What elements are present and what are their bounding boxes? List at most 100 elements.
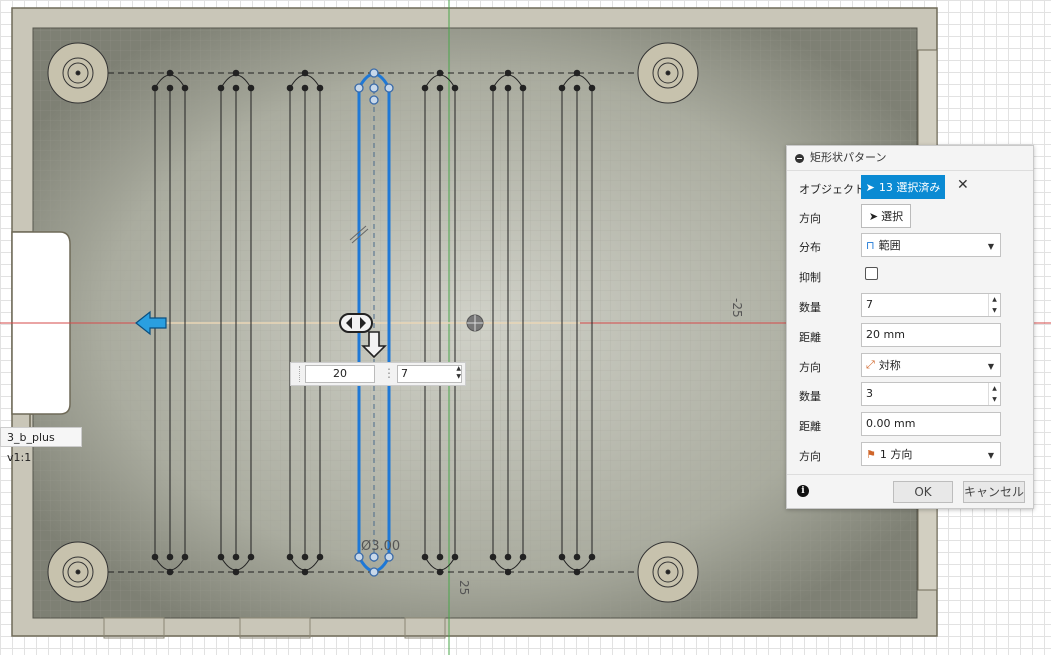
objects-selection-button[interactable]: ➤ 13 選択済み [861,175,945,199]
quantity1-value: 7 [866,298,873,311]
label-direction-type2: 方向 [799,450,821,463]
row-object: オブジェクト ➤ 13 選択済み ✕ [787,175,1033,201]
sketch-point [286,553,294,561]
sketch-point [573,69,581,77]
objects-selection-label: 13 選択済み [878,181,941,194]
sketch-point [451,553,459,561]
direction-select-button[interactable]: ➤ 選択 [861,204,911,228]
sketch-point [151,84,159,92]
sketch-point [573,84,581,92]
cursor-icon: ➤ [865,180,875,194]
count-spinner[interactable]: ▲ ▼ [456,365,461,381]
row-quantity1: 数量 7 ▲ ▼ [787,293,1033,319]
cancel-button[interactable]: キャンセル [963,481,1025,503]
one-direction-icon: ⚑ [866,447,876,461]
sketch-point [247,84,255,92]
sketch-point [519,84,527,92]
rectangular-pattern-dialog: 矩形状パターン オブジェクト ➤ 13 選択済み ✕ 方向 ➤ 選択 分布 ⊓ … [786,145,1034,509]
origin-marker [466,314,484,332]
distribution-value: 範囲 [878,239,901,252]
sketch-point [301,568,309,576]
suppress-checkbox[interactable] [865,267,878,280]
sketch-point [588,84,596,92]
sketch-point [232,84,240,92]
more-icon[interactable]: ⋮ [383,365,395,381]
label-quantity2: 数量 [799,390,821,403]
sketch-point [232,568,240,576]
sketch-point [151,553,159,561]
row-distribution: 分布 ⊓ 範囲 ▼ [787,233,1033,259]
dialog-title: 矩形状パターン [810,151,887,164]
extent-icon: ⊓ [866,238,875,252]
dimension-diameter: Ø3.00 [361,539,400,554]
ok-button[interactable]: OK [893,481,953,503]
sketch-point [436,568,444,576]
clear-selection-icon[interactable]: ✕ [957,177,969,193]
count-quick-input[interactable]: 7 [397,365,462,383]
distance-quick-input[interactable]: 20 [305,365,375,383]
sketch-point [301,553,309,561]
row-direction-select: 方向 ➤ 選択 [787,204,1033,230]
sketch-point [504,553,512,561]
row-distance1: 距離 20 mm [787,323,1033,349]
quantity1-input[interactable]: 7 ▲ ▼ [861,293,1001,317]
sketch-point [588,553,596,561]
sketch-point [451,84,459,92]
standoff-bottom-right [637,541,699,603]
label-object: オブジェクト [799,183,865,196]
sketch-point [504,69,512,77]
standoff-bottom-left [47,541,109,603]
dimension-side-neg: -25 [730,298,744,318]
sketch-point [573,568,581,576]
sketch-point [436,84,444,92]
info-icon[interactable]: i [797,485,809,497]
sketch-point [421,84,429,92]
label-distribution: 分布 [799,241,821,254]
sketch-point [166,568,174,576]
direction-type2-value: 1 方向 [879,448,913,461]
distribution-dropdown[interactable]: ⊓ 範囲 ▼ [861,233,1001,257]
symmetric-icon: ⤢ [866,358,875,371]
sketch-point [421,553,429,561]
sketch-point [166,69,174,77]
standoff-top-right [637,42,699,104]
sketch-point [301,69,309,77]
sketch-point [504,568,512,576]
drag-grip[interactable] [293,366,300,382]
quantity1-spinner[interactable]: ▲ ▼ [988,294,1000,316]
heads-up-input: 20 ⋮ 7 ▲ ▼ [290,362,466,386]
sketch-point [558,553,566,561]
sketch-point [286,84,294,92]
label-direction: 方向 [799,212,821,225]
quantity2-input[interactable]: 3 ▲ ▼ [861,382,1001,406]
quantity2-spinner[interactable]: ▲ ▼ [988,383,1000,405]
sketch-point [217,84,225,92]
sketch-point [181,553,189,561]
sketch-point [217,553,225,561]
sketch-point [247,553,255,561]
component-label[interactable]: 3_b_plus v1:1 [0,427,82,464]
row-distance2: 距離 0.00 mm [787,412,1033,438]
row-suppress: 抑制 [787,263,1033,289]
distance1-input[interactable]: 20 mm [861,323,1001,347]
distance2-input[interactable]: 0.00 mm [861,412,1001,436]
direction-select-label: 選択 [881,210,904,223]
label-distance2: 距離 [799,420,821,433]
sketch-point [301,84,309,92]
chevron-down-icon: ▼ [987,451,994,460]
direction-type2-dropdown[interactable]: ⚑ 1 方向 ▼ [861,442,1001,466]
sketch-point [232,69,240,77]
sketch-point [519,553,527,561]
direction-type-value: 対称 [878,359,901,372]
collapse-icon[interactable] [795,153,804,163]
sketch-point [316,84,324,92]
sketch-point [504,84,512,92]
sketch-point [436,69,444,77]
sketch-point [489,553,497,561]
cursor-icon: ➤ [868,209,879,223]
direction-type-dropdown[interactable]: ⤢ 対称 ▼ [861,353,1001,377]
distance2-value: 0.00 mm [866,417,916,430]
row-direction-type2: 方向 ⚑ 1 方向 ▼ [787,442,1033,468]
sketch-point [436,553,444,561]
quantity2-value: 3 [866,387,873,400]
